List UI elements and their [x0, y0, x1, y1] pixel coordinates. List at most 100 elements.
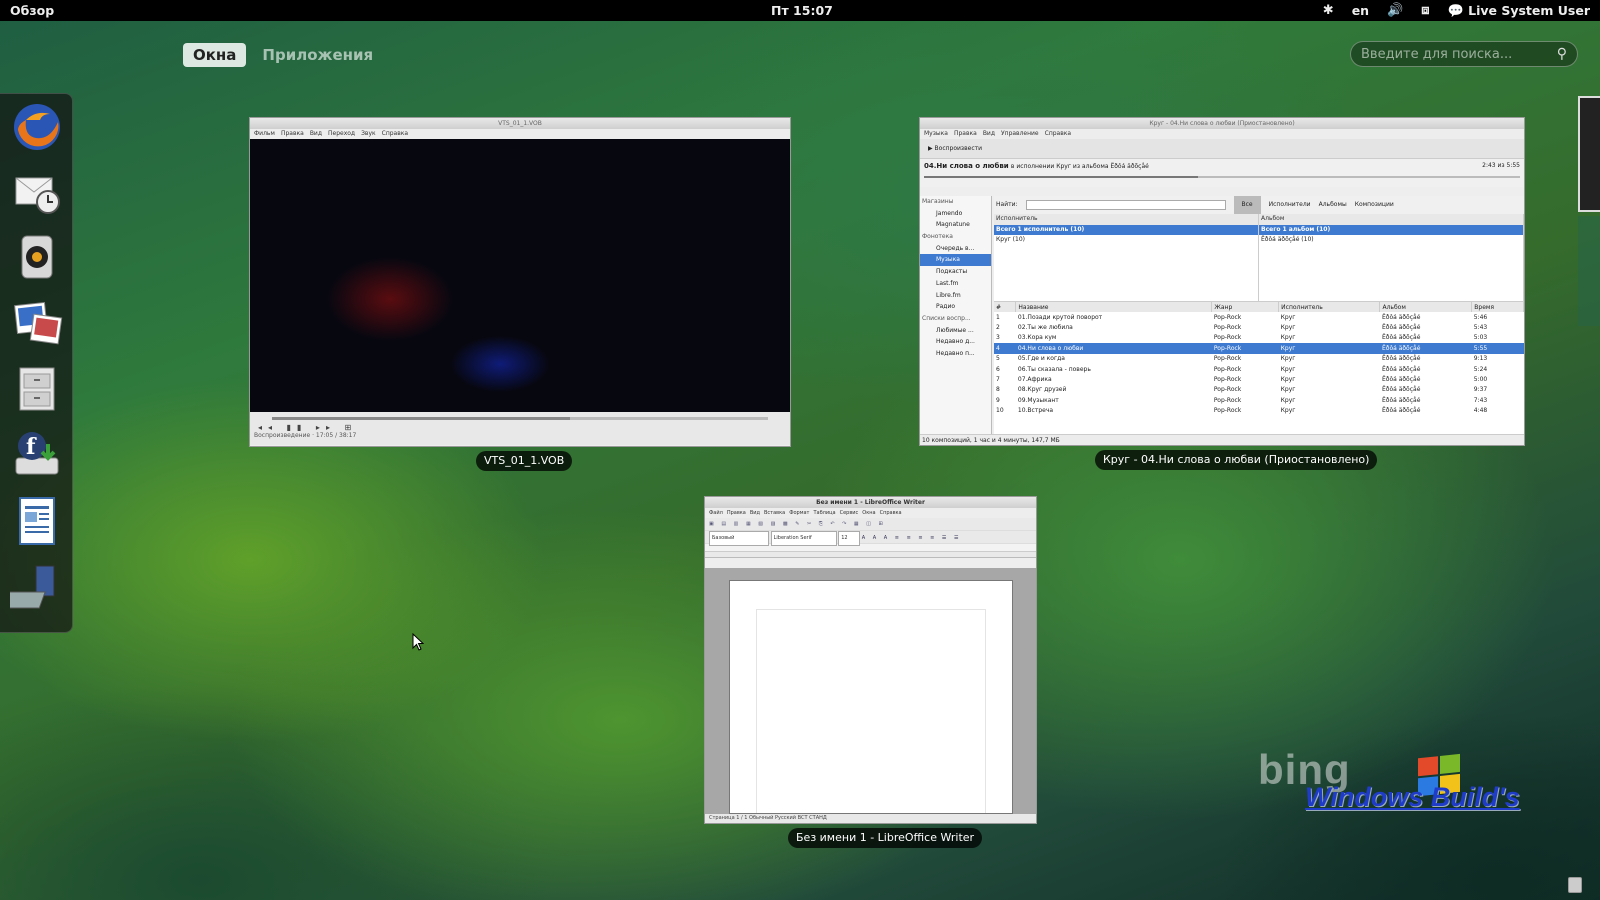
document-page[interactable]: [729, 580, 1013, 814]
menu-item[interactable]: Правка: [954, 129, 977, 139]
column-header[interactable]: Жанр: [1211, 302, 1280, 312]
album-item[interactable]: Ёðôá äðõçåé (10): [1259, 235, 1523, 246]
sidebar-item[interactable]: Magnatune: [920, 219, 991, 231]
writer-icon[interactable]: [10, 494, 64, 548]
menu-item[interactable]: Файл: [709, 508, 723, 518]
window-thumbnail-video[interactable]: VTS_01_1.VOB Фильм Правка Вид Переход Зв…: [249, 117, 791, 447]
track-row[interactable]: 1 01.Позади крутой поворот Pop-Rock Круг Ёðô…: [994, 312, 1524, 322]
menu-item[interactable]: Вид: [310, 129, 322, 139]
menu-item[interactable]: Звук: [361, 129, 376, 139]
sidebar-item[interactable]: Любимые ...: [920, 325, 991, 337]
sidebar-section-header: Списки воспр...: [922, 314, 971, 322]
window-caption-rhythmbox[interactable]: Круг - 04.Ни слова о любви (Приостановле…: [1095, 450, 1378, 470]
menu-item[interactable]: Вставка: [764, 508, 785, 518]
activities-button[interactable]: Обзор: [10, 3, 54, 18]
keyboard-layout[interactable]: en: [1352, 3, 1369, 18]
shotwell-icon[interactable]: [10, 296, 64, 350]
workspace-thumbnail-active[interactable]: [1578, 96, 1600, 212]
menu-item[interactable]: Таблица: [813, 508, 835, 518]
tab-windows[interactable]: Окна: [183, 43, 247, 67]
sidebar-item[interactable]: Libre.fm: [920, 290, 991, 302]
track-row[interactable]: 6 06.Ты сказала - поверь Pop-Rock Круг Ёðôá …: [994, 364, 1524, 374]
sidebar-item[interactable]: Подкасты: [920, 266, 991, 278]
fedora-install-icon[interactable]: f: [10, 428, 64, 482]
filter-artists[interactable]: Исполнители: [1269, 196, 1311, 214]
sidebar-item[interactable]: Jamendo: [920, 208, 991, 220]
track-cell: Ёðôá äðõçåé: [1381, 324, 1421, 332]
search-box[interactable]: ⚲: [1350, 41, 1578, 67]
menu-item[interactable]: Правка: [727, 508, 746, 518]
firefox-icon[interactable]: [10, 100, 64, 154]
track-row[interactable]: 2 02.Ты же любила Pop-Rock Круг Ёðôá äðõçåé 5…: [994, 322, 1524, 332]
window-thumbnail-writer[interactable]: Без имени 1 - LibreOffice Writer Файл Пра…: [704, 496, 1037, 824]
column-header[interactable]: Название: [1015, 302, 1213, 312]
sidebar-item[interactable]: Музыка: [920, 254, 991, 267]
style-select[interactable]: Базовый: [709, 531, 769, 546]
menu-item[interactable]: Переход: [328, 129, 355, 139]
track-cell: Pop-Rock: [1213, 355, 1242, 363]
window-caption-video[interactable]: VTS_01_1.VOB: [476, 451, 573, 471]
album-item[interactable]: Всего 1 альбом (10): [1259, 224, 1523, 235]
menu-item[interactable]: Управление: [1001, 129, 1039, 139]
window-thumbnail-rhythmbox[interactable]: Круг - 04.Ни слова о любви (Приостановле…: [919, 117, 1525, 446]
seek-bar[interactable]: [272, 417, 768, 420]
menu-item[interactable]: Вид: [983, 129, 995, 139]
artist-header[interactable]: Исполнитель: [994, 214, 1258, 225]
column-header[interactable]: Исполнитель: [1278, 302, 1381, 312]
track-cell: 04.Ни слова о любви: [1015, 343, 1212, 354]
column-header[interactable]: #: [994, 302, 1017, 312]
sidebar-item[interactable]: Очередь в...: [920, 243, 991, 255]
track-row[interactable]: 9 09.Музыкант Pop-Rock Круг Ёðôá äðõçåé 7:43: [994, 395, 1524, 405]
menu-item[interactable]: Музыка: [924, 129, 948, 139]
artist-item[interactable]: Всего 1 исполнитель (10): [994, 224, 1258, 235]
column-header[interactable]: Время: [1471, 302, 1524, 312]
menu-item[interactable]: Формат: [789, 508, 809, 518]
network-icon[interactable]: ⧈: [1421, 3, 1429, 18]
volume-icon[interactable]: 🔊: [1387, 3, 1403, 18]
tab-applications[interactable]: Приложения: [252, 43, 383, 67]
font-select[interactable]: Liberation Serif: [770, 531, 837, 546]
menu-item[interactable]: Окна: [862, 508, 875, 518]
track-row[interactable]: 4 04.Ни слова о любви Pop-Rock Круг Ёðôá äðõ…: [994, 343, 1524, 354]
menu-item[interactable]: Правка: [281, 129, 304, 139]
filter-albums[interactable]: Альбомы: [1319, 196, 1347, 214]
library-search-input[interactable]: [1025, 200, 1226, 210]
album-header[interactable]: Альбом: [1259, 214, 1523, 225]
sidebar-item[interactable]: Недавно д...: [920, 336, 991, 348]
workspace-icon[interactable]: [0, 562, 64, 616]
accessibility-icon[interactable]: ✱: [1323, 3, 1334, 18]
track-row[interactable]: 3 03.Кора кум Pop-Rock Круг Ёðôá äðõçåé 5:03: [994, 333, 1524, 343]
message-tray-icon[interactable]: [1568, 877, 1582, 893]
track-row[interactable]: 5 05.Где и когда Pop-Rock Круг Ёðôá äðõçåé 9:…: [994, 354, 1524, 364]
track-cell: 7: [996, 376, 1000, 384]
track-row[interactable]: 10 10.Встреча Pop-Rock Круг Ёðôá äðõçåé 4:48: [994, 406, 1524, 416]
format-buttons[interactable]: A A A ≡ ≡ ≡ ≡ ☰ ☰: [862, 535, 962, 541]
sidebar-item[interactable]: Last.fm: [920, 278, 991, 290]
menu-item[interactable]: Фильм: [254, 129, 275, 139]
menu-item[interactable]: Вид: [750, 508, 760, 518]
window-caption-writer[interactable]: Без имени 1 - LibreOffice Writer: [788, 828, 983, 848]
menu-item[interactable]: Справка: [1045, 129, 1071, 139]
user-menu[interactable]: 💬 Live System User: [1448, 3, 1590, 19]
play-button[interactable]: ▶ Воспроизвести: [928, 145, 982, 152]
size-select[interactable]: 12: [838, 531, 861, 546]
filter-all[interactable]: Все: [1233, 196, 1261, 214]
menu-item[interactable]: Сервис: [840, 508, 859, 518]
track-row[interactable]: 8 08.Круг друзей Pop-Rock Круг Ёðôá äðõçåé 9:…: [994, 385, 1524, 395]
position-slider[interactable]: [924, 176, 1520, 178]
menu-item[interactable]: Справка: [880, 508, 902, 518]
column-header[interactable]: Альбом: [1379, 302, 1473, 312]
menu-item[interactable]: Справка: [382, 129, 408, 139]
clock[interactable]: Пт 15:07: [771, 3, 833, 18]
transport-buttons[interactable]: ◂◂ ▮▮ ▸▸ ⊞: [254, 423, 786, 432]
search-input[interactable]: [1361, 46, 1541, 62]
artist-item[interactable]: Круг (10): [994, 235, 1258, 246]
evolution-icon[interactable]: [10, 164, 64, 218]
sidebar-item[interactable]: Недавно п...: [920, 348, 991, 360]
files-icon[interactable]: [10, 362, 64, 416]
filter-tracks[interactable]: Композиции: [1355, 196, 1394, 214]
sidebar-item[interactable]: Радио: [920, 301, 991, 313]
rhythmbox-icon[interactable]: [10, 230, 64, 284]
workspace-thumbnail[interactable]: [1578, 216, 1600, 326]
track-row[interactable]: 7 07.Африка Pop-Rock Круг Ёðôá äðõçåé 5:00: [994, 374, 1524, 384]
